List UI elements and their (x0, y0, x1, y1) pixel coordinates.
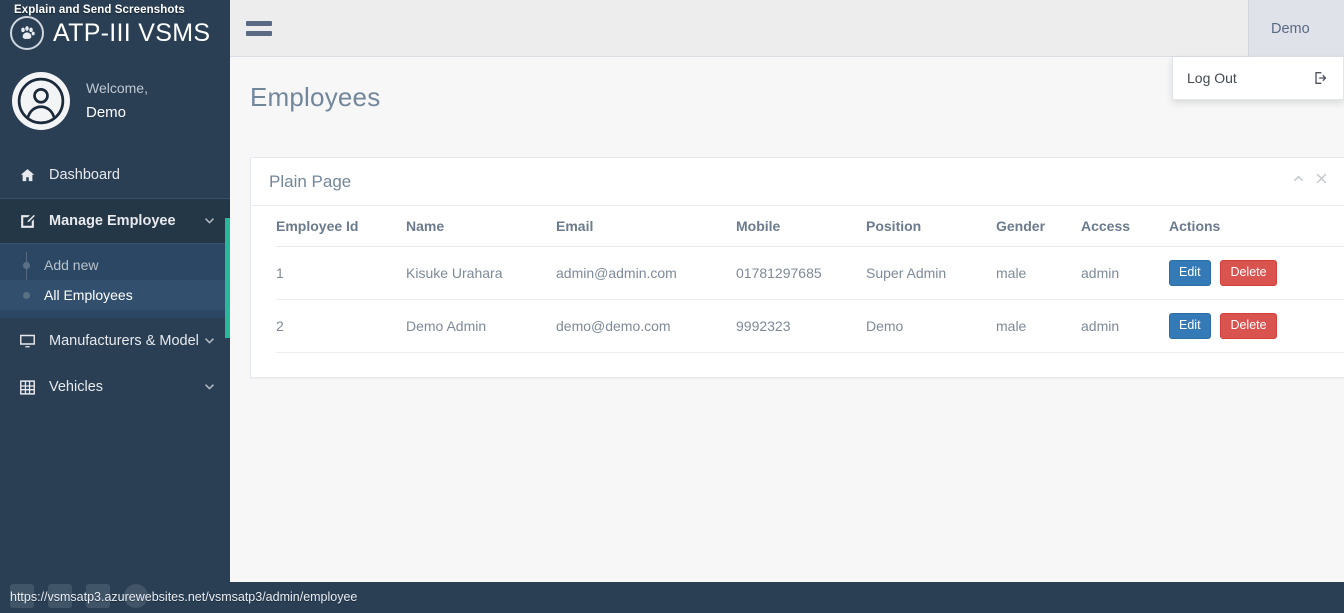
brand-title: ATP-III VSMS (53, 19, 211, 47)
column-header-position: Position (866, 206, 996, 247)
delete-button[interactable]: Delete (1220, 260, 1277, 286)
sidebar-item-manufacturers-model-label: Manufacturers & Model (49, 333, 199, 349)
user-profile: Welcome, Demo (0, 58, 230, 152)
table-header: Employee Id Name Email Mobile Position G… (276, 206, 1344, 247)
cell-employee-id: 2 (276, 299, 406, 353)
edit-button[interactable]: Edit (1169, 312, 1211, 339)
column-header-mobile: Mobile (736, 206, 866, 247)
monitor-icon (19, 331, 41, 351)
profile-name-label: Demo (86, 103, 127, 121)
paw-icon (10, 16, 44, 50)
user-dropdown-menu: Log Out (1172, 57, 1344, 100)
panel-tools (1292, 172, 1328, 185)
cell-actions: Edit Delete (1169, 246, 1344, 300)
sidebar-item-manage-employee-label: Manage Employee (49, 213, 176, 229)
chevron-down-icon (203, 215, 216, 228)
logout-menu-item[interactable]: Log Out (1187, 70, 1237, 86)
table-header-row: Employee Id Name Email Mobile Position G… (276, 206, 1344, 247)
cell-gender: male (996, 299, 1081, 353)
table-row: 2 Demo Admin demo@demo.com 9992323 Demo … (276, 299, 1344, 353)
cell-actions: Edit Delete (1169, 299, 1344, 353)
profile-welcome-label: Welcome, (86, 80, 148, 97)
cell-email: demo@demo.com (556, 299, 736, 353)
main-content: Employees Plain Page Employee Id Name Em… (230, 57, 1344, 613)
sidebar-subitem-add-new[interactable]: Add new (0, 250, 230, 280)
chevron-up-icon[interactable] (1292, 172, 1305, 185)
home-icon (19, 165, 41, 185)
cell-access: admin (1081, 299, 1169, 353)
sidebar-item-vehicles-label: Vehicles (49, 379, 104, 395)
sidebar-nav: Dashboard Manage Employee Add new All Em… (0, 152, 230, 410)
cell-gender: male (996, 246, 1081, 300)
cell-employee-id: 1 (276, 246, 406, 300)
hamburger-icon[interactable] (246, 15, 276, 41)
user-menu-toggle[interactable]: Demo (1248, 0, 1344, 57)
cell-mobile: 01781297685 (736, 246, 866, 300)
cell-position: Super Admin (866, 246, 996, 300)
column-header-gender: Gender (996, 206, 1081, 247)
user-menu-label: Demo (1271, 20, 1310, 37)
cell-name: Demo Admin (406, 299, 556, 353)
sidebar-subitem-all-employees-label: All Employees (44, 287, 133, 303)
panel-title: Plain Page (269, 171, 352, 191)
column-header-name: Name (406, 206, 556, 247)
grid-icon (19, 377, 41, 397)
cell-email: admin@admin.com (556, 246, 736, 300)
edit-square-icon (19, 211, 41, 231)
close-icon[interactable] (1315, 172, 1328, 185)
status-bar-url: https://vsmsatp3.azurewebsites.net/vsmsa… (10, 590, 358, 604)
table-body: 1 Kisuke Urahara admin@admin.com 0178129… (276, 246, 1344, 353)
sidebar-item-dashboard-label: Dashboard (49, 167, 120, 183)
brand-header[interactable]: Explain and Send Screenshots ATP-III VSM… (0, 0, 230, 58)
sidebar-subitem-all-employees[interactable]: All Employees (0, 280, 230, 310)
cell-access: admin (1081, 246, 1169, 300)
cell-mobile: 9992323 (736, 299, 866, 353)
chevron-down-icon (203, 335, 216, 348)
top-navigation-bar: Demo (230, 0, 1344, 57)
sidebar-item-vehicles[interactable]: Vehicles (0, 364, 230, 410)
employees-table-wrapper: Employee Id Name Email Mobile Position G… (251, 206, 1344, 353)
sidebar-submenu-manage-employee: Add new All Employees (0, 244, 230, 318)
sidebar-item-manage-employee[interactable]: Manage Employee (0, 198, 230, 244)
sidebar-subitem-add-new-label: Add new (44, 257, 99, 273)
sidebar-item-manufacturers-model[interactable]: Manufacturers & Model (0, 318, 230, 364)
column-header-access: Access (1081, 206, 1169, 247)
plain-page-panel: Plain Page Employee Id Name Email Mobile… (250, 157, 1344, 378)
table-row: 1 Kisuke Urahara admin@admin.com 0178129… (276, 246, 1344, 300)
column-header-employee-id: Employee Id (276, 206, 406, 247)
screenshot-extension-overlay-label: Explain and Send Screenshots (14, 4, 185, 16)
chevron-down-icon (203, 381, 216, 394)
user-avatar-icon (12, 72, 70, 130)
application-window: Explain and Send Screenshots ATP-III VSM… (0, 0, 1344, 613)
column-header-email: Email (556, 206, 736, 247)
cell-position: Demo (866, 299, 996, 353)
employees-table: Employee Id Name Email Mobile Position G… (276, 206, 1344, 353)
panel-header: Plain Page (251, 158, 1344, 206)
delete-button[interactable]: Delete (1220, 312, 1277, 339)
sidebar-item-dashboard[interactable]: Dashboard (0, 152, 230, 198)
edit-button[interactable]: Edit (1169, 260, 1211, 286)
sign-out-icon[interactable] (1313, 70, 1329, 86)
cell-name: Kisuke Urahara (406, 246, 556, 300)
browser-status-bar: https://vsmsatp3.azurewebsites.net/vsmsa… (0, 582, 1344, 613)
sidebar: Explain and Send Screenshots ATP-III VSM… (0, 0, 230, 613)
column-header-actions: Actions (1169, 206, 1344, 247)
